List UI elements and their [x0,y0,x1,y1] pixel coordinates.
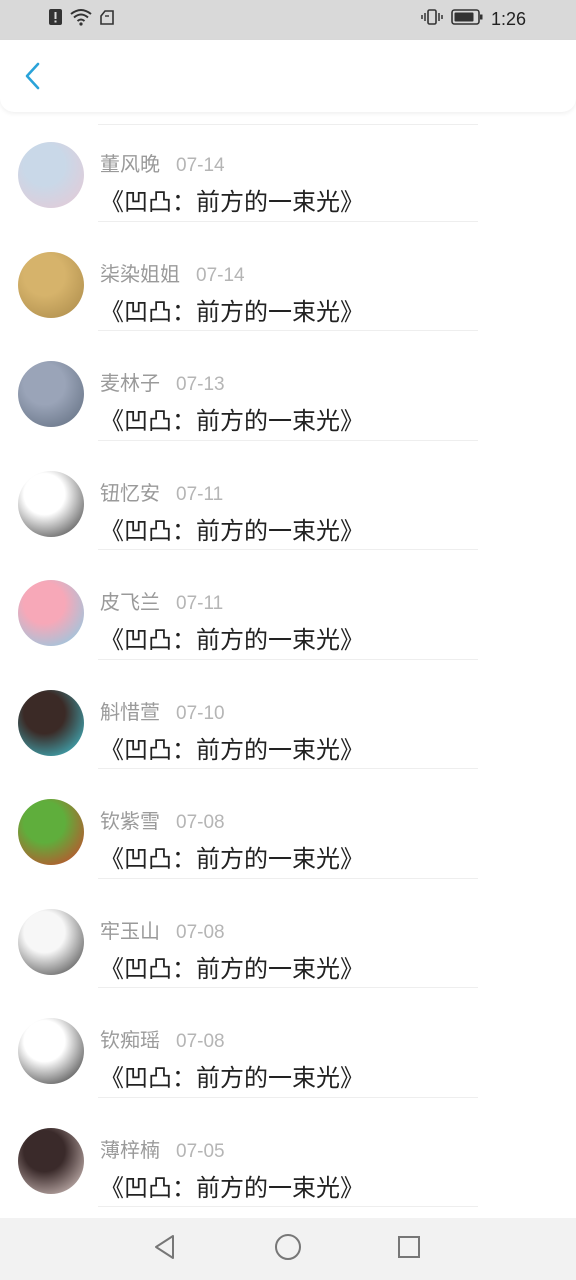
avatar[interactable] [18,799,84,865]
item-date: 07-14 [196,264,245,286]
alert-icon [48,8,64,30]
item-meta: 钦紫雪 07-08 [100,805,225,834]
item-title: 《凹凸：前方的一束光》 [100,626,364,654]
user-name: 钦痴瑶 [100,1028,160,1052]
item-date: 07-13 [176,374,225,395]
item-date: 07-05 [176,1140,225,1162]
item-title: 《凹凸：前方的一束光》 [100,954,364,983]
item-title: 《凹凸：前方的一束光》 [100,407,364,435]
user-name: 麦林子 [100,371,160,395]
user-name: 钮忆安 [100,480,160,505]
vibrate-icon [421,8,443,30]
nav-recents-button[interactable] [392,1232,426,1266]
item-date: 07-08 [176,812,225,833]
list-item[interactable]: 董风晚 07-14 《凹凸：前方的一束光》 [0,112,576,222]
item-date: 07-08 [176,1031,225,1052]
item-meta: 董风晚 07-14 [100,148,225,177]
back-chevron-icon [22,61,42,95]
user-name: 钦紫雪 [100,809,160,833]
list-item[interactable]: 钮忆安 07-11 《凹凸：前方的一束光》 [0,441,576,550]
status-time: 1:26 [490,8,526,29]
nav-back-icon [151,1233,179,1265]
header [0,40,576,112]
status-bar: 1:26 [0,0,576,40]
item-title: 《凹凸：前方的一束光》 [100,1173,364,1202]
item-meta: 斛惜萱 07-10 [100,696,225,725]
item-meta: 柒染姐姐 07-14 [100,258,245,287]
user-name: 董风晚 [100,152,160,176]
item-date: 07-10 [176,702,225,724]
back-button[interactable] [16,62,48,94]
nav-recents-icon [395,1233,423,1265]
item-meta: 皮飞兰 07-11 [100,586,223,615]
user-name: 斛惜萱 [100,699,160,724]
list-item[interactable]: 钦痴瑶 07-08 《凹凸：前方的一束光》 [0,988,576,1098]
item-title: 《凹凸：前方的一束光》 [100,188,364,216]
item-title: 《凹凸：前方的一束光》 [100,516,364,545]
message-list: 董风晚 07-14 《凹凸：前方的一束光》 柒染姐姐 07-14 《凹凸：前方的一束光》麦… [0,112,576,1207]
item-date: 07-14 [176,155,225,176]
user-name: 薄梓楠 [100,1137,160,1162]
item-meta: 钮忆安 07-11 [100,477,223,506]
item-title: 《凹凸：前方的一束光》 [100,1064,364,1092]
item-meta: 薄梓楠 07-05 [100,1134,225,1163]
item-title: 《凹凸：前方的一束光》 [100,297,364,326]
avatar[interactable] [18,908,84,975]
item-meta: 钦痴瑶 07-08 [100,1024,225,1053]
wifi-icon [70,8,92,30]
item-date: 07-11 [176,593,224,614]
user-name: 柒染姐姐 [100,261,180,286]
navigation-bar [0,1218,576,1280]
status-right-icons: 1:26 [421,8,526,30]
user-name: 牢玉山 [100,918,160,943]
nav-home-button[interactable] [271,1232,305,1266]
list-item[interactable]: 麦林子 07-13 《凹凸：前方的一束光》 [0,331,576,441]
nav-home-icon [274,1233,302,1265]
user-name: 皮飞兰 [100,590,160,614]
notification-icon [98,8,116,30]
item-meta: 牢玉山 07-08 [100,915,225,944]
list-item[interactable]: 牢玉山 07-08 《凹凸：前方的一束光》 [0,879,576,988]
item-date: 07-08 [176,921,225,943]
avatar[interactable] [18,689,84,756]
item-date: 07-11 [176,483,224,505]
avatar[interactable] [18,1127,84,1194]
avatar[interactable] [18,580,84,646]
item-title: 《凹凸：前方的一束光》 [100,735,364,764]
list-item[interactable]: 薄梓楠 07-05 《凹凸：前方的一束光》 [0,1098,576,1207]
list-item[interactable]: 钦紫雪 07-08 《凹凸：前方的一束光》 [0,769,576,879]
nav-back-button[interactable] [148,1232,182,1266]
avatar[interactable] [18,142,84,208]
item-divider [98,1206,478,1207]
list-item[interactable]: 柒染姐姐 07-14 《凹凸：前方的一束光》 [0,222,576,331]
avatar[interactable] [18,361,84,427]
list-item[interactable]: 斛惜萱 07-10 《凹凸：前方的一束光》 [0,660,576,769]
status-left-icons [48,8,116,30]
item-meta: 麦林子 07-13 [100,367,225,396]
avatar[interactable] [18,251,84,318]
avatar[interactable] [18,470,84,537]
list-item[interactable]: 皮飞兰 07-11 《凹凸：前方的一束光》 [0,550,576,660]
item-title: 《凹凸：前方的一束光》 [100,845,364,873]
avatar[interactable] [18,1018,84,1084]
battery-icon [451,8,483,30]
